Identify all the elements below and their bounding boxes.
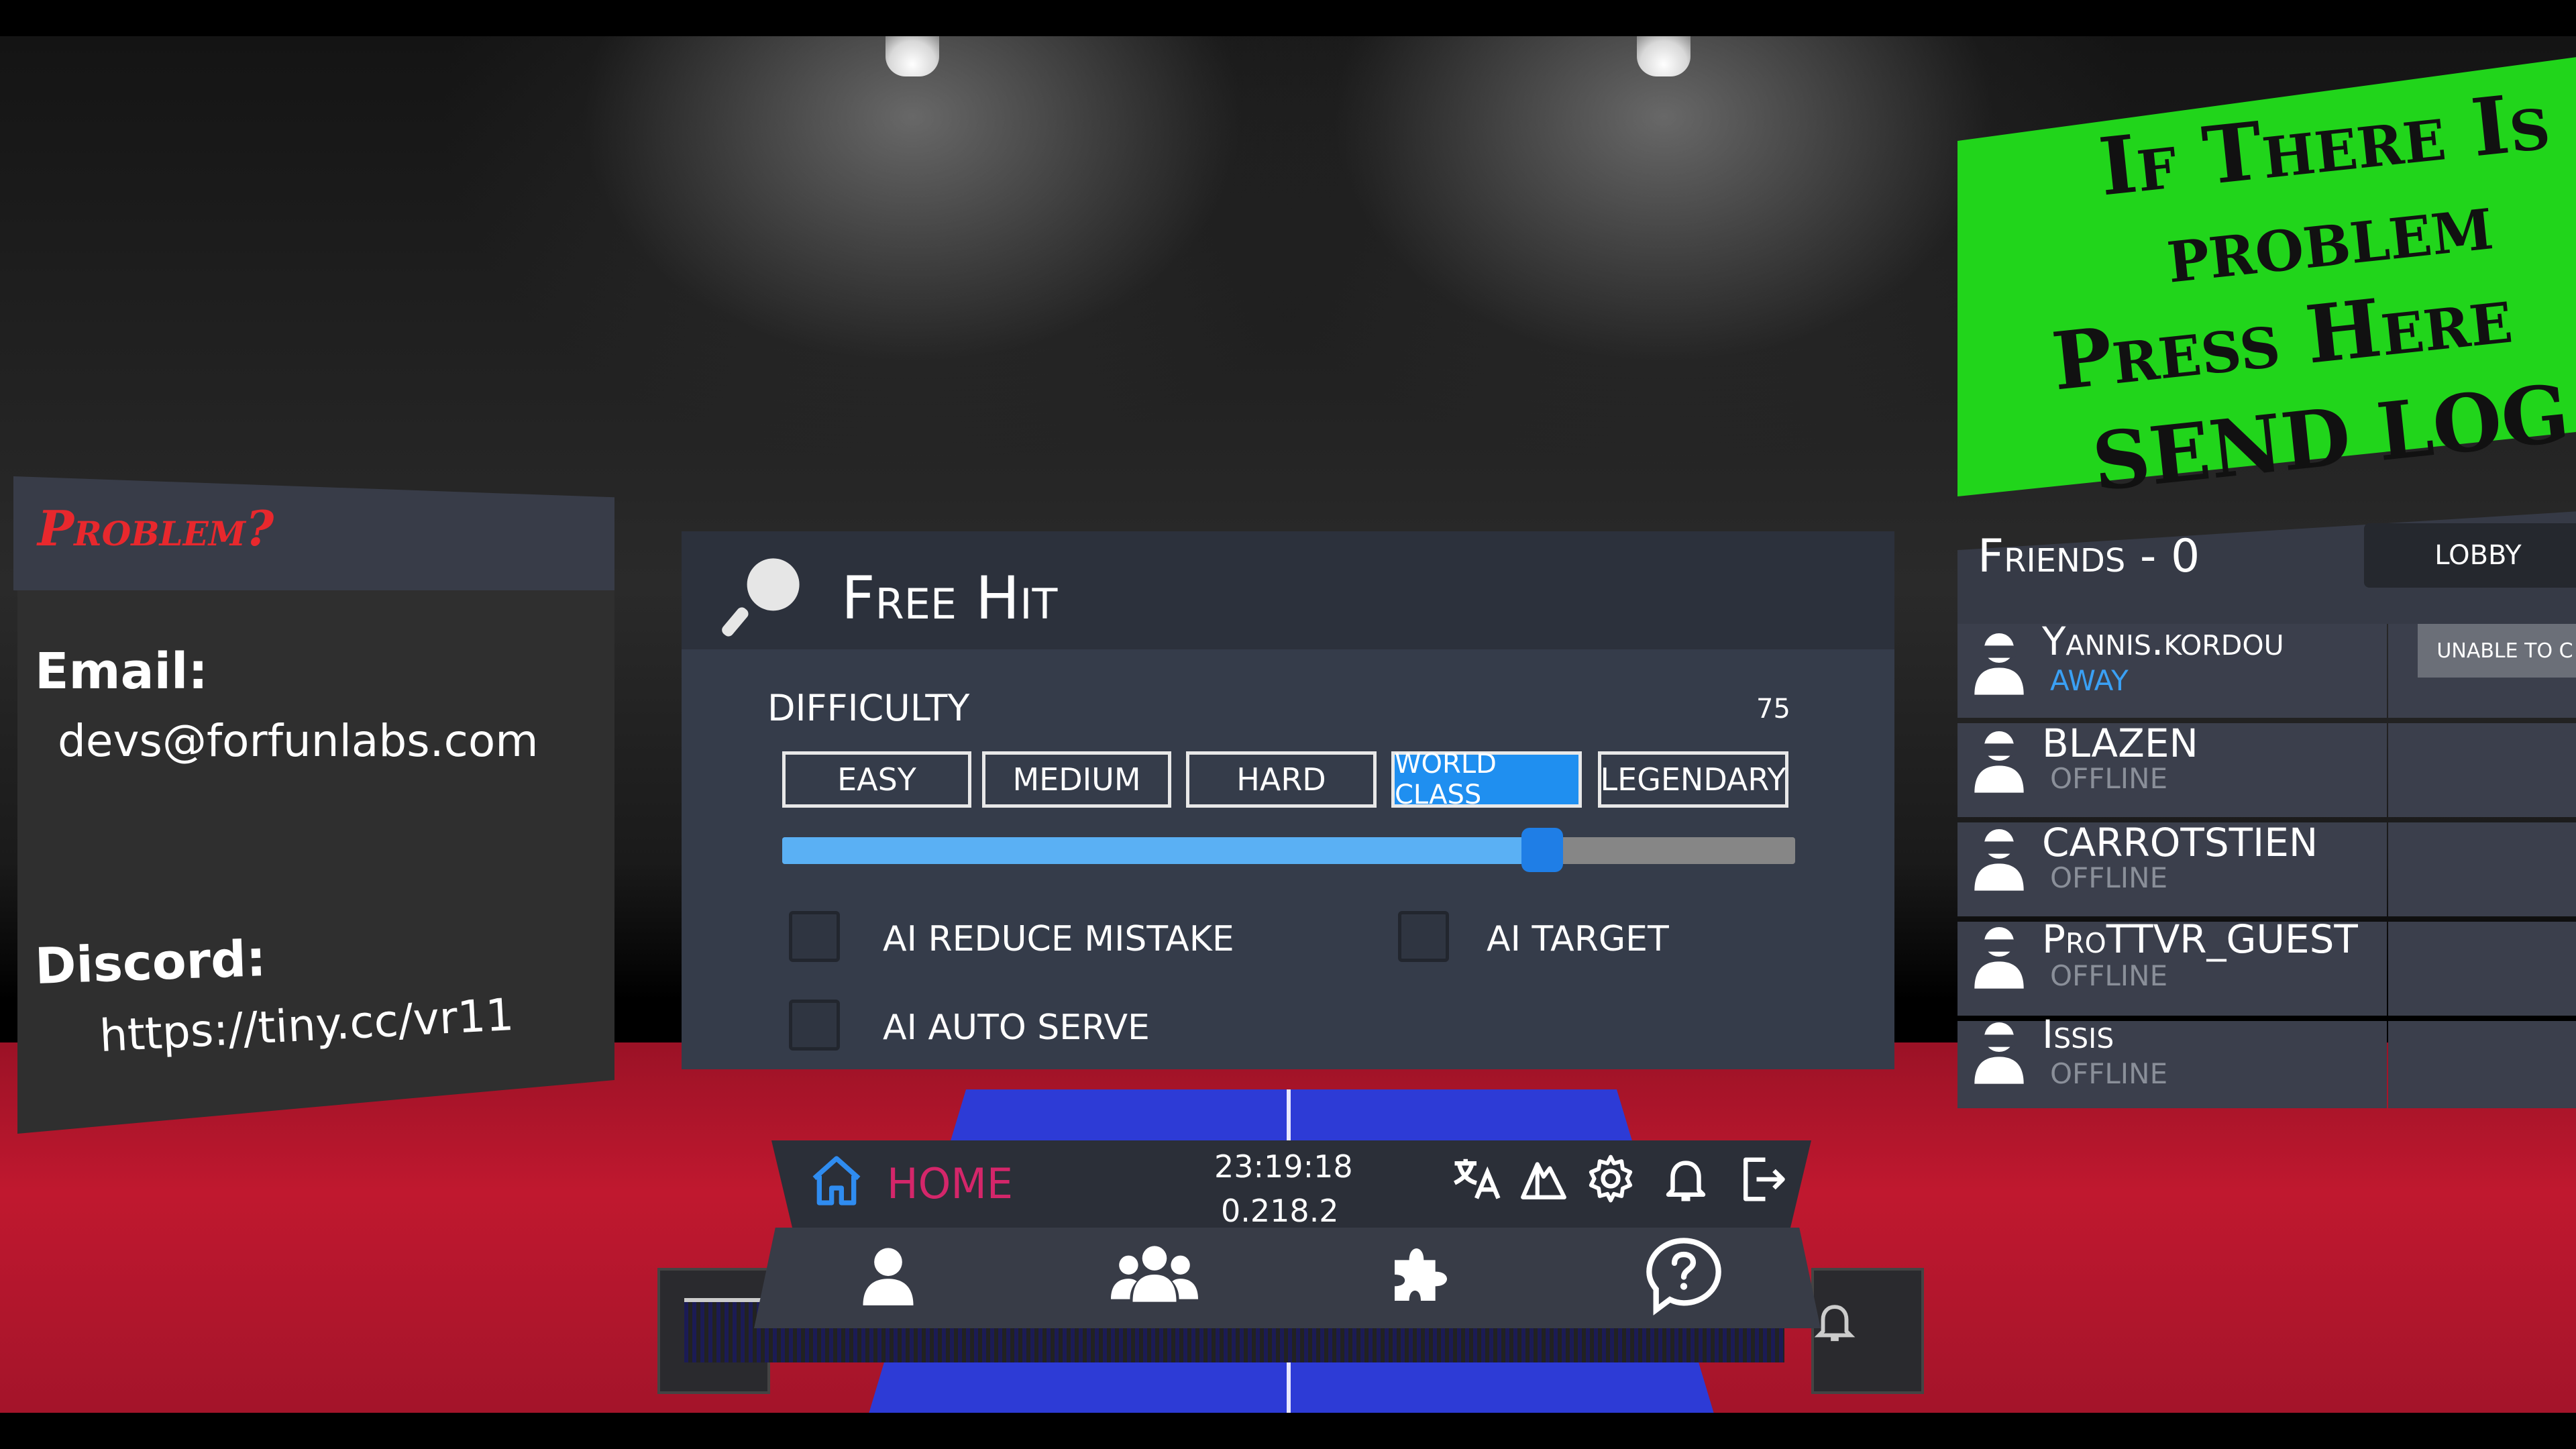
vr-avatar-icon xyxy=(1974,1022,2024,1084)
friend-row-extension xyxy=(2388,723,2576,817)
friend-name: Yannis.kordou xyxy=(2042,619,2284,664)
gear-icon[interactable] xyxy=(1585,1152,1637,1205)
difficulty-medium-button[interactable]: MEDIUM xyxy=(982,751,1171,808)
friend-status: AWAY xyxy=(2050,664,2129,697)
ai-auto-serve-label: AI AUTO SERVE xyxy=(883,1008,1150,1048)
discord-label: Discord: xyxy=(34,930,268,996)
spotlight-left xyxy=(885,36,939,76)
ai-reduce-mistake-checkbox[interactable] xyxy=(789,911,840,962)
free-hit-header: Free Hit xyxy=(682,531,1894,649)
friend-row-extension xyxy=(2388,1021,2576,1108)
ai-target-checkbox[interactable] xyxy=(1398,911,1449,962)
vr-avatar-icon xyxy=(1974,633,2024,695)
problem-title: Problem? xyxy=(38,500,274,557)
difficulty-value: 75 xyxy=(1756,694,1790,724)
friend-status: OFFLINE xyxy=(2050,1057,2168,1090)
help-icon[interactable] xyxy=(1642,1232,1725,1319)
email-label: Email: xyxy=(35,643,208,700)
difficulty-hard-button[interactable]: HARD xyxy=(1186,751,1377,808)
puzzle-icon[interactable] xyxy=(1386,1240,1456,1309)
unable-button[interactable]: UNABLE TO C xyxy=(2418,624,2576,678)
vr-avatar-icon xyxy=(1974,927,2024,989)
friend-name: ProTTVR_GUEST xyxy=(2042,916,2358,962)
spotlight-right xyxy=(1637,36,1690,76)
difficulty-easy-button[interactable]: EASY xyxy=(782,751,971,808)
group-icon[interactable] xyxy=(1111,1240,1198,1309)
difficulty-slider[interactable] xyxy=(782,828,1795,872)
vr-avatar-icon xyxy=(1974,731,2024,793)
table-bell-icon xyxy=(1814,1305,1856,1342)
paddle-icon xyxy=(722,558,800,637)
translate-icon[interactable] xyxy=(1450,1152,1503,1205)
difficulty-slider-fill xyxy=(782,837,1542,864)
free-hit-panel: Free Hit DIFFICULTY 75 EASY MEDIUM HARD … xyxy=(682,531,1894,1069)
difficulty-label: DIFFICULTY xyxy=(767,687,970,729)
difficulty-world-class-button[interactable]: WORLD CLASS xyxy=(1391,749,1582,810)
bell-icon[interactable] xyxy=(1660,1151,1712,1208)
mountain-icon[interactable] xyxy=(1519,1152,1568,1205)
difficulty-slider-handle[interactable] xyxy=(1521,828,1563,872)
clock-time: 23:19:18 xyxy=(1214,1148,1353,1185)
difficulty-legendary-button[interactable]: LEGENDARY xyxy=(1598,751,1788,808)
friend-status: OFFLINE xyxy=(2050,861,2168,894)
home-icon[interactable] xyxy=(805,1151,868,1210)
friend-row-extension xyxy=(2388,822,2576,916)
email-value[interactable]: devs@forfunlabs.com xyxy=(58,715,539,767)
friends-title: Friends - 0 xyxy=(1978,530,2200,583)
ai-auto-serve-checkbox[interactable] xyxy=(789,1000,840,1051)
lobby-button[interactable]: LOBBY xyxy=(2364,523,2576,588)
friend-row-extension xyxy=(2388,922,2576,1016)
friend-status: OFFLINE xyxy=(2050,959,2168,992)
home-label[interactable]: HOME xyxy=(887,1159,1013,1208)
ai-reduce-mistake-label: AI REDUCE MISTAKE xyxy=(883,919,1234,959)
friend-status: OFFLINE xyxy=(2050,762,2168,795)
vr-avatar-icon xyxy=(1974,829,2024,891)
profile-icon[interactable] xyxy=(855,1240,922,1309)
ai-target-label: AI TARGET xyxy=(1487,919,1669,959)
friend-name: Issis xyxy=(2042,1012,2114,1057)
friend-name: BLAZEN xyxy=(2042,720,2198,766)
friend-name: CARROTSTIEN xyxy=(2042,820,2318,865)
page-title: Free Hit xyxy=(841,564,1058,633)
app-version: 0.218.2 xyxy=(1221,1193,1339,1229)
exit-icon[interactable] xyxy=(1735,1151,1787,1208)
